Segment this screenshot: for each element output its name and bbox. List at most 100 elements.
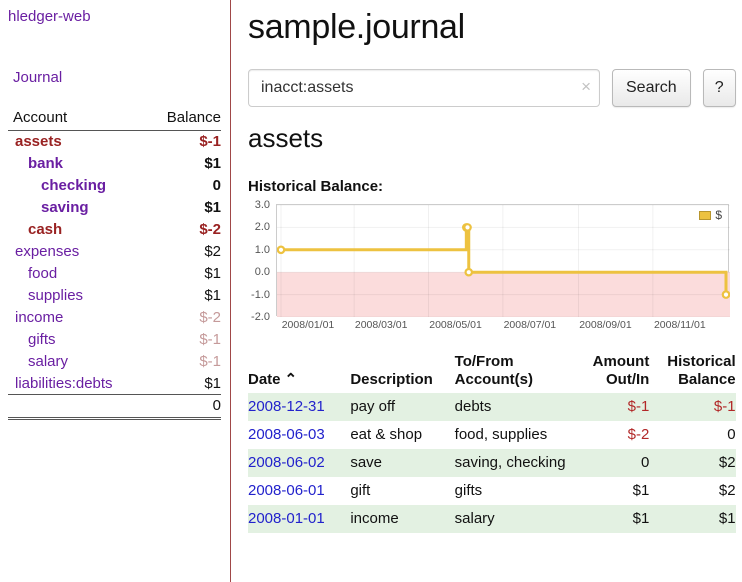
- balance-column-header: Balance: [144, 107, 221, 131]
- register-rows: 2008-12-31pay offdebts$-1$-1 2008-06-03 ea…: [248, 393, 736, 533]
- x-tick-label: 2008/05/01: [425, 319, 487, 331]
- brand-link[interactable]: hledger-web: [8, 8, 91, 25]
- register-row[interactable]: 2008-12-31pay offdebts$-1$-1: [248, 393, 736, 421]
- y-tick-label: 2.0: [255, 221, 270, 234]
- search-form: × Search ?: [248, 69, 736, 107]
- x-tick-label: 2008/11/01: [649, 319, 711, 331]
- x-tick-label: 2008/03/01: [350, 319, 412, 331]
- account-rows: assets$-1bank$1checking0saving$1cash$-2e…: [8, 131, 221, 395]
- account-column-header: Account: [8, 107, 144, 131]
- account-row: income $-2: [8, 307, 221, 329]
- account-balance: $1: [144, 285, 221, 307]
- account-link[interactable]: gifts: [28, 331, 56, 348]
- accounts-column-header: To/From Account(s): [449, 350, 579, 393]
- register-row[interactable]: 2008-01-01incomesalary$1$1: [248, 505, 736, 533]
- x-tick-label: 2008/07/01: [499, 319, 561, 331]
- transaction-date-link[interactable]: 2008-12-31: [248, 398, 325, 415]
- legend-swatch-icon: [699, 211, 711, 220]
- search-box: ×: [248, 69, 600, 107]
- search-input[interactable]: [248, 69, 600, 107]
- account-row: checking 0: [8, 175, 221, 197]
- sidebar-item-journal[interactable]: Journal: [13, 69, 62, 86]
- account-row: expenses$2: [8, 241, 221, 263]
- transaction-amount-cell: 0: [579, 449, 655, 477]
- search-button[interactable]: Search: [612, 69, 691, 107]
- transaction-balance-cell: $-1: [655, 393, 735, 421]
- transaction-date-link[interactable]: 2008-06-01: [248, 482, 325, 499]
- account-row: saving$1: [8, 197, 221, 219]
- account-link[interactable]: cash: [28, 221, 62, 238]
- x-tick-label: 2008/09/01: [574, 319, 636, 331]
- transaction-balance-cell: 0: [655, 421, 735, 449]
- account-balance: 0: [144, 175, 221, 197]
- account-link[interactable]: income: [15, 309, 63, 326]
- transaction-accounts-cell: food, supplies: [449, 421, 579, 449]
- register-row[interactable]: 2008-06-01 giftgifts$1$2: [248, 477, 736, 505]
- transaction-amount-cell: $1: [579, 477, 655, 505]
- register-table: Date⌃ Description To/From Account(s) Amo…: [248, 350, 736, 533]
- accounts-total-balance: 0: [144, 395, 221, 419]
- transaction-date-cell: 2008-06-02: [248, 449, 344, 477]
- y-tick-label: 3.0: [255, 199, 270, 212]
- transaction-amount-cell: $-1: [579, 393, 655, 421]
- chart-legend: $: [696, 207, 725, 223]
- account-row: bank $1: [8, 153, 221, 175]
- account-link[interactable]: expenses: [15, 243, 79, 260]
- transaction-balance-cell: $2: [655, 477, 735, 505]
- register-row[interactable]: 2008-06-02savesaving, checking0$2: [248, 449, 736, 477]
- transaction-description-cell: gift: [344, 477, 448, 505]
- account-link[interactable]: checking: [41, 177, 106, 194]
- account-row: food $1: [8, 263, 221, 285]
- account-link[interactable]: food: [28, 265, 57, 282]
- transaction-date-cell: 2008-12-31: [248, 393, 344, 421]
- y-tick-label: -2.0: [251, 311, 270, 324]
- transaction-accounts-cell: salary: [449, 505, 579, 533]
- sort-ascending-icon: ⌃: [285, 371, 298, 388]
- data-point-marker: [723, 291, 729, 297]
- transaction-amount-cell: $1: [579, 505, 655, 533]
- account-heading: assets: [248, 123, 736, 154]
- account-balance: $1: [144, 263, 221, 285]
- sidebar: hledger-web Journal Account Balance asse…: [0, 0, 231, 582]
- transaction-date-cell: 2008-06-01: [248, 477, 344, 505]
- transaction-balance-cell: $1: [655, 505, 735, 533]
- y-tick-label: 1.0: [255, 244, 270, 257]
- account-link[interactable]: bank: [28, 155, 63, 172]
- transaction-balance-cell: $2: [655, 449, 735, 477]
- transaction-accounts-cell: gifts: [449, 477, 579, 505]
- account-link[interactable]: assets: [15, 133, 62, 150]
- page: hledger-web Journal Account Balance asse…: [0, 0, 742, 582]
- main-content: sample.journal × Search ? assets Histori…: [231, 0, 742, 582]
- accounts-total-row: 0: [8, 395, 221, 419]
- transaction-description-cell: income: [344, 505, 448, 533]
- register-row[interactable]: 2008-06-03eat & shopfood, supplies$-20: [248, 421, 736, 449]
- transaction-date-cell: 2008-01-01: [248, 505, 344, 533]
- data-point-marker: [278, 247, 284, 253]
- account-row: cash$-2: [8, 219, 221, 241]
- account-row: assets $-1: [8, 131, 221, 153]
- chart-x-axis-labels: 2008/01/01 2008/03/01 2008/05/01 2008/07/01…: [276, 316, 731, 334]
- account-balance: $-2: [144, 307, 221, 329]
- transaction-date-link[interactable]: 2008-01-01: [248, 510, 325, 527]
- register-header-row: Date⌃ Description To/From Account(s) Amo…: [248, 350, 736, 393]
- page-title: sample.journal: [248, 8, 736, 47]
- help-button[interactable]: ?: [703, 69, 736, 107]
- date-column-header[interactable]: Date⌃: [248, 350, 344, 393]
- total-spacer: [8, 395, 144, 419]
- clear-search-icon[interactable]: ×: [581, 77, 591, 97]
- transaction-date-link[interactable]: 2008-06-03: [248, 426, 325, 443]
- transaction-description-cell: eat & shop: [344, 421, 448, 449]
- account-link[interactable]: saving: [41, 199, 89, 216]
- x-tick-label: 2008/01/01: [277, 319, 339, 331]
- chart-y-axis-labels: 3.02.01.00.0-1.0-2.0: [248, 205, 272, 317]
- transaction-date-link[interactable]: 2008-06-02: [248, 454, 325, 471]
- account-link[interactable]: liabilities:debts: [15, 375, 113, 392]
- account-balance: $-1: [144, 131, 221, 153]
- data-point-marker: [464, 224, 470, 230]
- account-balance: $1: [144, 153, 221, 175]
- accounts-table: Account Balance assets $-1 bank $1 checking 0…: [8, 107, 221, 420]
- account-link[interactable]: salary: [28, 353, 68, 370]
- chart-plot-area[interactable]: $: [276, 204, 729, 316]
- account-link[interactable]: supplies: [28, 287, 83, 304]
- account-row: liabilities:debts$1: [8, 373, 221, 395]
